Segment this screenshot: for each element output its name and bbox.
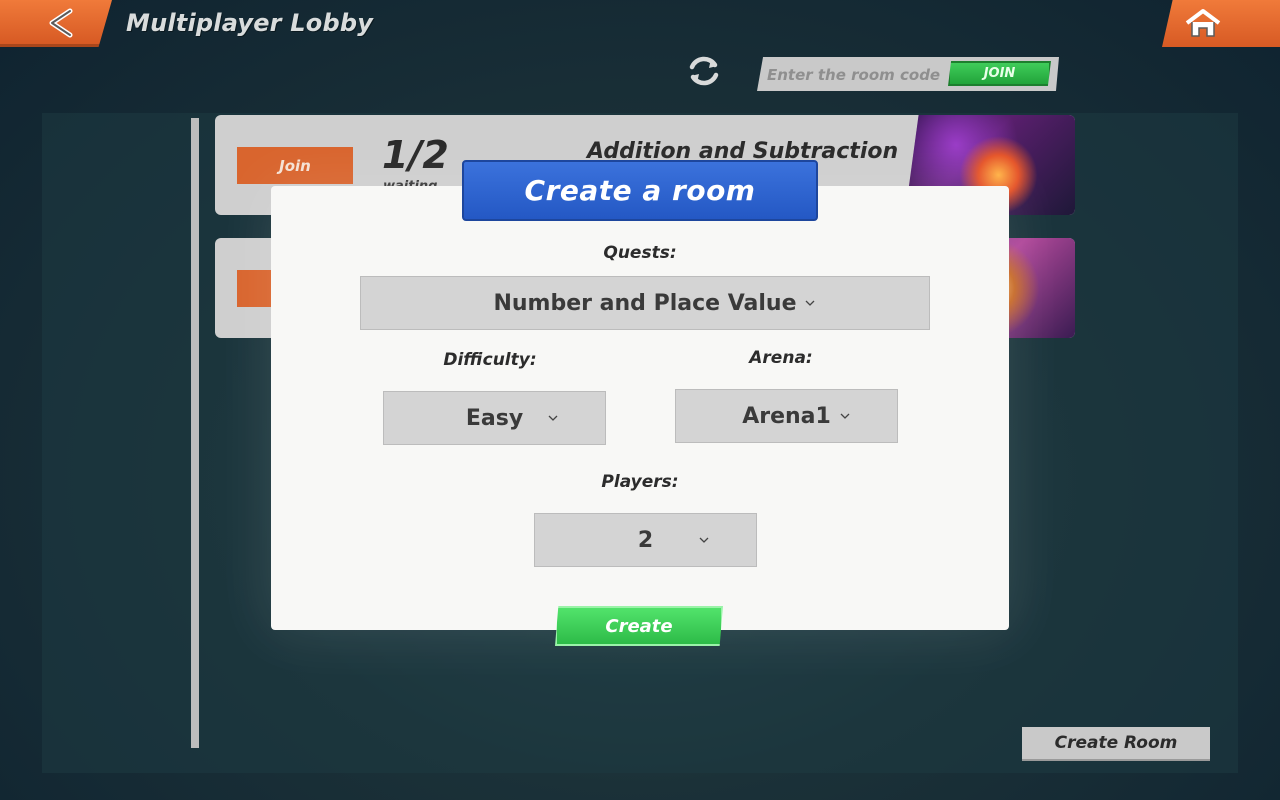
- room-list-scrollbar[interactable]: [191, 118, 199, 748]
- chevron-down-icon: [548, 415, 558, 421]
- dialog-title: Create a room: [462, 160, 818, 221]
- players-value: 2: [637, 527, 654, 553]
- refresh-icon[interactable]: [684, 51, 724, 91]
- back-button[interactable]: [0, 0, 112, 47]
- players-dropdown[interactable]: 2: [534, 513, 757, 567]
- arena-label: Arena:: [749, 348, 813, 368]
- join-code-button[interactable]: JOIN: [948, 61, 1051, 86]
- room-code-box: JOIN: [757, 57, 1059, 91]
- quests-value: Number and Place Value: [493, 290, 797, 316]
- chevron-down-icon: [699, 537, 709, 543]
- create-room-button[interactable]: Create Room: [1022, 727, 1210, 761]
- room-code-input[interactable]: [767, 64, 947, 86]
- quests-dropdown[interactable]: Number and Place Value: [360, 276, 930, 330]
- chevron-down-icon: [840, 413, 850, 419]
- back-arrow-icon: [49, 8, 73, 38]
- arena-dropdown[interactable]: Arena1: [675, 389, 898, 443]
- chevron-down-icon: [805, 300, 815, 306]
- room-player-count: 1/2: [382, 133, 449, 177]
- arena-value: Arena1: [742, 403, 831, 429]
- difficulty-label: Difficulty:: [443, 350, 537, 370]
- players-label: Players:: [601, 472, 679, 492]
- home-button[interactable]: [1162, 0, 1280, 47]
- create-button[interactable]: Create: [555, 606, 723, 646]
- quests-label: Quests:: [603, 243, 677, 263]
- page-title: Multiplayer Lobby: [126, 9, 374, 37]
- room-join-button[interactable]: Join: [237, 147, 353, 184]
- difficulty-dropdown[interactable]: Easy: [383, 391, 606, 445]
- home-icon: [1185, 9, 1221, 37]
- difficulty-value: Easy: [465, 405, 524, 431]
